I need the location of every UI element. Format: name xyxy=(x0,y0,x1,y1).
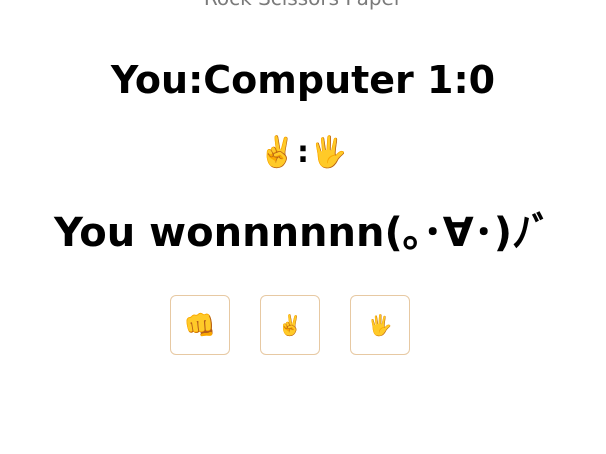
rock-button[interactable]: 👊 xyxy=(170,295,230,355)
peace-hand-icon: ✌️ xyxy=(277,314,303,337)
matchup-separator: : xyxy=(297,135,309,170)
computer-choice-icon: 🖐 xyxy=(310,135,348,170)
score-display: You:Computer 1:0 xyxy=(110,58,496,102)
paper-button[interactable]: 🖐 xyxy=(350,295,410,355)
rock-scissors-paper-app: Rock Scissors Paper You:Computer 1:0 ✌️:… xyxy=(0,0,606,454)
app-title: Rock Scissors Paper xyxy=(0,0,606,10)
result-message: You wonnnnnn(｡･∀･)ﾉﾞ xyxy=(54,210,552,256)
matchup-display: ✌️:🖐 xyxy=(0,135,606,171)
player-choice-icon: ✌️ xyxy=(258,135,296,170)
fist-icon: 👊 xyxy=(183,309,217,340)
choice-buttons: 👊 ✌️ 🖐 xyxy=(170,295,410,355)
open-hand-icon: 🖐 xyxy=(367,314,393,337)
scissors-button[interactable]: ✌️ xyxy=(260,295,320,355)
